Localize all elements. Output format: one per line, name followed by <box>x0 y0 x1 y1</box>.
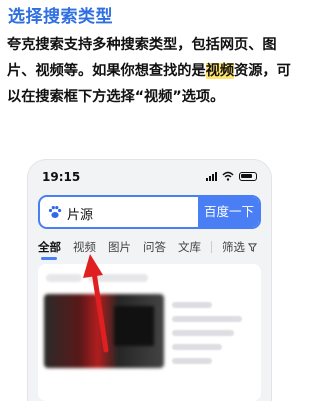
tab-qa[interactable]: 问答 <box>143 239 166 255</box>
section-heading: 选择搜索类型 <box>8 7 113 27</box>
highlighted-word: 视频 <box>205 63 235 79</box>
wifi-icon <box>222 171 234 181</box>
search-button[interactable]: 百度一下 <box>198 197 259 227</box>
tab-divider <box>211 241 212 253</box>
tab-all[interactable]: 全部 <box>38 239 61 260</box>
blurred-meta <box>172 316 242 322</box>
blurred-meta <box>172 344 222 350</box>
blurred-meta <box>172 330 234 336</box>
tab-library[interactable]: 文库 <box>178 239 201 255</box>
thumbnail-inset <box>114 306 154 346</box>
signal-icon <box>206 171 217 181</box>
filter-label: 筛选 <box>222 240 245 254</box>
tab-images[interactable]: 图片 <box>108 239 131 255</box>
blurred-title <box>46 274 82 282</box>
tab-video[interactable]: 视频 <box>73 239 96 255</box>
phone-screenshot: 19:15 片源 百度一下 全部 视频 图片 问答 文库 筛选 <box>28 160 271 401</box>
instruction-paragraph: 夸克搜索支持多种搜索类型，包括网页、图片、视频等。如果你想查找的是视频资源，可以… <box>7 32 295 110</box>
status-icons <box>206 171 257 181</box>
blurred-meta <box>172 302 212 308</box>
status-bar: 19:15 <box>28 160 271 194</box>
blurred-meta <box>172 358 212 364</box>
filter-button[interactable]: 筛选 <box>222 239 257 255</box>
search-box[interactable]: 片源 百度一下 <box>38 195 261 229</box>
search-input[interactable]: 片源 <box>67 204 93 223</box>
battery-icon <box>239 171 257 181</box>
funnel-icon <box>248 242 257 252</box>
blurred-title <box>88 274 148 282</box>
video-result-card[interactable] <box>38 264 261 401</box>
status-time: 19:15 <box>42 170 81 184</box>
paw-icon <box>48 206 62 218</box>
blurred-thumbnail <box>44 294 164 368</box>
search-type-tabs: 全部 视频 图片 问答 文库 筛选 <box>28 236 271 260</box>
